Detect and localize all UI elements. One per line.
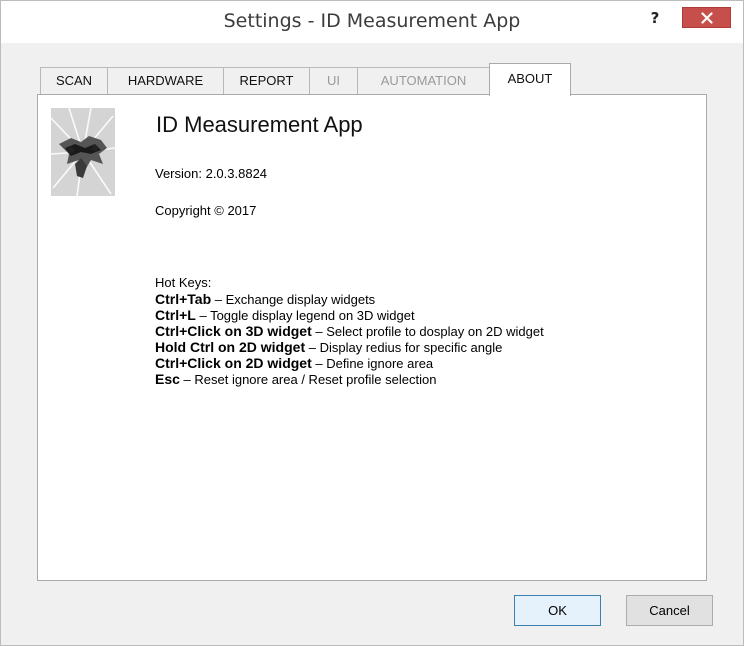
- close-button[interactable]: [682, 7, 731, 28]
- settings-dialog: Settings - ID Measurement App ? SCAN HAR…: [0, 0, 744, 646]
- hotkey-item: Ctrl+Click on 3D widget – Select profile…: [155, 323, 544, 339]
- app-name: ID Measurement App: [156, 112, 363, 137]
- window-title: Settings - ID Measurement App: [223, 10, 521, 32]
- hotkey-item: Esc – Reset ignore area / Reset profile …: [155, 371, 544, 387]
- hotkeys-heading: Hot Keys:: [155, 275, 212, 290]
- version-text: Version: 2.0.3.8824: [155, 166, 268, 181]
- app-logo-icon: [50, 107, 116, 197]
- tab-report[interactable]: REPORT: [223, 67, 310, 94]
- hotkey-description: – Reset ignore area / Reset profile sele…: [179, 372, 437, 387]
- tab-automation: AUTOMATION: [357, 67, 490, 94]
- cancel-button[interactable]: Cancel: [626, 595, 713, 626]
- hotkey-description: – Toggle display legend on 3D widget: [195, 308, 415, 323]
- ok-button[interactable]: OK: [514, 595, 601, 626]
- hotkey-item: Ctrl+L – Toggle display legend on 3D wid…: [155, 307, 544, 323]
- hotkey-description: – Exchange display widgets: [211, 292, 376, 307]
- tab-about[interactable]: ABOUT: [489, 63, 571, 96]
- tab-hardware[interactable]: HARDWARE: [107, 67, 224, 94]
- hotkey-key: Esc: [155, 371, 180, 387]
- hotkey-item: Hold Ctrl on 2D widget – Display redius …: [155, 339, 544, 355]
- hotkey-key: Ctrl+L: [155, 307, 196, 323]
- about-panel: ID Measurement App Version: 2.0.3.8824 C…: [37, 94, 707, 581]
- hotkey-description: – Select profile to dosplay on 2D widget: [311, 324, 544, 339]
- hotkey-key: Ctrl+Click on 3D widget: [155, 323, 312, 339]
- close-icon: [700, 11, 713, 24]
- hotkey-key: Hold Ctrl on 2D widget: [155, 339, 306, 355]
- hotkeys-list: Ctrl+Tab – Exchange display widgets Ctrl…: [155, 291, 544, 387]
- hotkey-key: Ctrl+Tab: [155, 291, 212, 307]
- copyright-text: Copyright © 2017: [155, 203, 257, 218]
- hotkey-description: – Define ignore area: [311, 356, 434, 371]
- tab-ui: UI: [309, 67, 358, 94]
- tab-scan[interactable]: SCAN: [40, 67, 108, 94]
- hotkey-description: – Display redius for specific angle: [305, 340, 503, 355]
- title-bar[interactable]: Settings - ID Measurement App ?: [1, 1, 743, 43]
- hotkey-key: Ctrl+Click on 2D widget: [155, 355, 312, 371]
- help-button[interactable]: ?: [643, 7, 667, 29]
- hotkey-item: Ctrl+Click on 2D widget – Define ignore …: [155, 355, 544, 371]
- hotkey-item: Ctrl+Tab – Exchange display widgets: [155, 291, 544, 307]
